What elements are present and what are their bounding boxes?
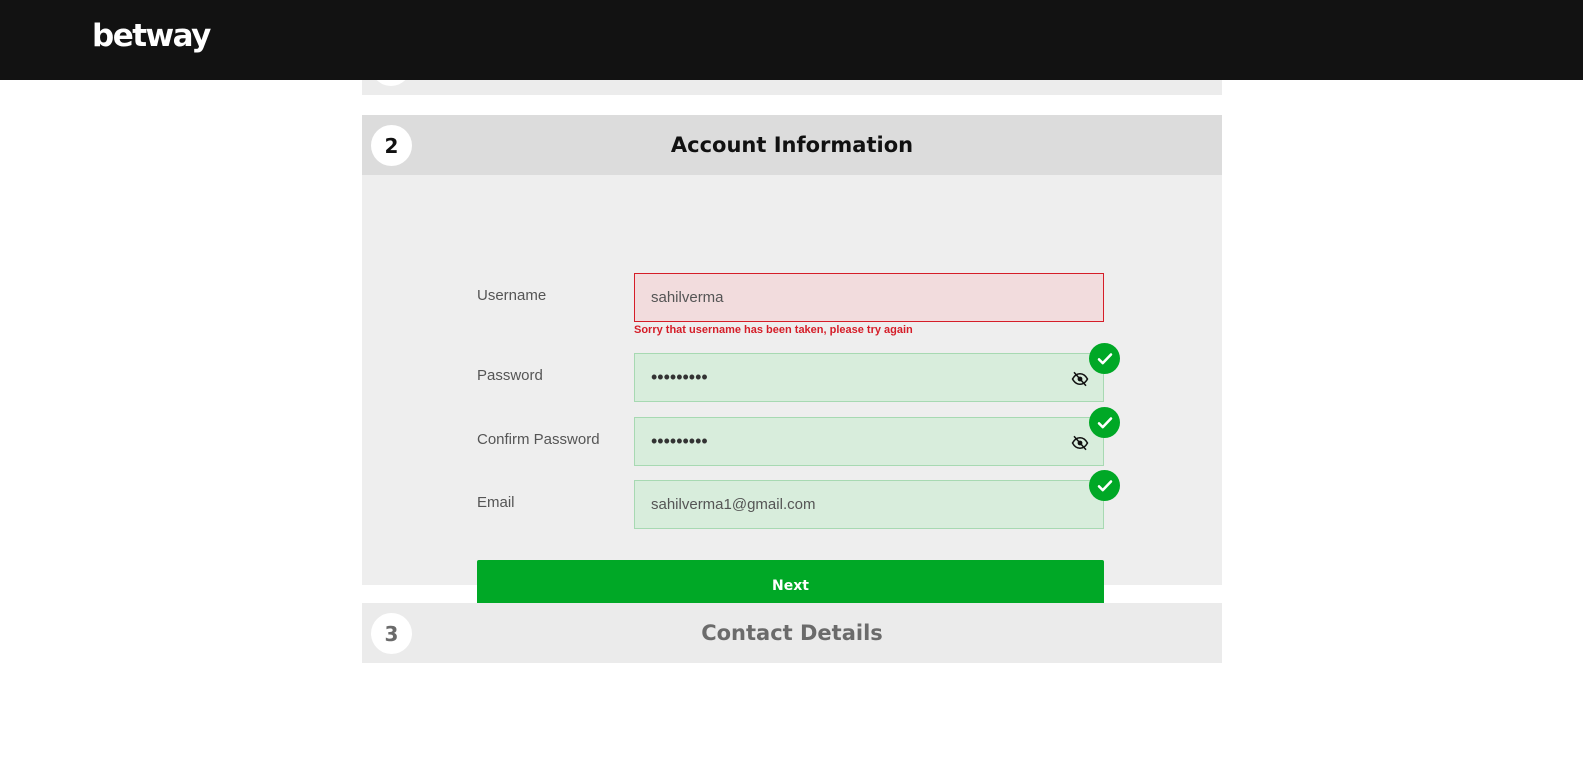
step-3-number: 3 — [371, 613, 412, 654]
username-input[interactable]: sahilverma — [634, 273, 1104, 322]
step-2-title: Account Information — [670, 133, 914, 157]
email-valid-check-icon — [1089, 470, 1120, 501]
username-value: sahilverma — [651, 289, 724, 306]
top-bar: betway — [0, 0, 1583, 80]
username-label: Username — [477, 287, 547, 304]
password-value: ••••••••• — [651, 367, 708, 387]
confirm-password-valid-check-icon — [1089, 407, 1120, 438]
account-form: Username sahilverma Sorry that username … — [362, 175, 1222, 612]
email-input[interactable]: sahilverma1@gmail.com — [634, 480, 1104, 529]
password-label: Password — [477, 367, 543, 384]
password-input[interactable]: ••••••••• — [634, 353, 1104, 402]
confirm-password-label: Confirm Password — [477, 431, 600, 448]
email-value: sahilverma1@gmail.com — [651, 496, 816, 513]
step-3-header[interactable]: 3 Contact Details — [362, 603, 1222, 663]
confirm-password-input[interactable]: ••••••••• — [634, 417, 1104, 466]
username-error-message: Sorry that username has been taken, plea… — [634, 324, 913, 336]
eye-slash-icon[interactable] — [1071, 370, 1089, 388]
step-2-number: 2 — [371, 125, 412, 166]
step-3-section: 3 Contact Details — [362, 603, 1222, 663]
betway-logo[interactable]: betway — [92, 18, 211, 54]
step-2-header: 2 Account Information — [362, 115, 1222, 175]
confirm-password-value: ••••••••• — [651, 431, 708, 451]
eye-slash-icon[interactable] — [1071, 434, 1089, 452]
step-3-title: Contact Details — [701, 621, 883, 645]
step-2-section: 2 Account Information Username sahilverm… — [362, 115, 1222, 612]
password-valid-check-icon — [1089, 343, 1120, 374]
email-label: Email — [477, 494, 515, 511]
